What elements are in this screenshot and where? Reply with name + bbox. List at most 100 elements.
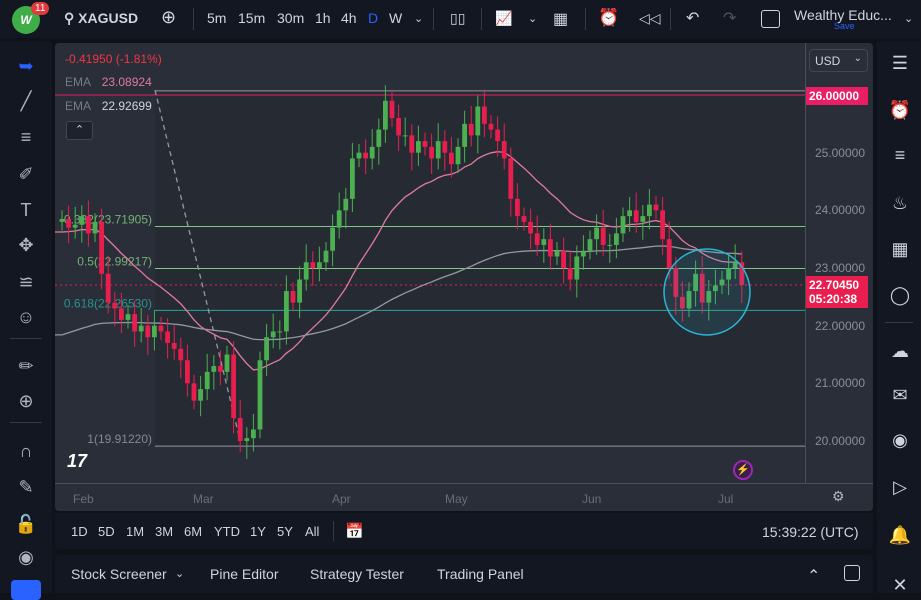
- watchlist-icon[interactable]: ☰: [887, 50, 913, 76]
- candle-body: [409, 135, 415, 153]
- chats-cloud-icon[interactable]: ☁: [887, 338, 913, 364]
- hide-drawings-eye-icon[interactable]: ◉: [14, 545, 38, 569]
- interval-30m[interactable]: 30m: [277, 10, 304, 26]
- symbol-search[interactable]: ⚲ XAGUSD: [64, 10, 138, 27]
- interval-w[interactable]: W: [389, 10, 402, 26]
- range-3m[interactable]: 3M: [155, 524, 173, 539]
- candle-body: [264, 337, 269, 361]
- magnet-icon[interactable]: ∩: [14, 439, 38, 463]
- trend-line-icon[interactable]: ╱: [14, 89, 38, 113]
- chart-settings-gear-icon[interactable]: ⚙: [832, 488, 845, 505]
- time-label: Mar: [193, 492, 214, 506]
- lock-icon[interactable]: 🔓: [14, 512, 38, 536]
- utc-clock[interactable]: 15:39:22 (UTC): [762, 524, 858, 540]
- tab-pine-editor[interactable]: Pine Editor: [210, 566, 278, 582]
- candle-body: [482, 106, 487, 124]
- range-1d[interactable]: 1D: [71, 524, 88, 539]
- interval-d[interactable]: D: [368, 10, 378, 26]
- emoji-icon[interactable]: ☺: [14, 305, 38, 329]
- pattern-icon[interactable]: ✥: [14, 233, 38, 257]
- candle-body: [171, 342, 177, 349]
- candle-body: [548, 239, 553, 257]
- time-label: Jul: [718, 492, 734, 506]
- candle-body: [468, 123, 474, 136]
- top-toolbar: W 11 ⚲ XAGUSD ⊕ 5m 15m 30m 1h 4h D W ⌄ ▯…: [0, 0, 921, 38]
- ema-fast-legend[interactable]: EMA 23.08924 0(26.07241): [65, 75, 152, 89]
- candle-body: [330, 227, 335, 251]
- range-5y[interactable]: 5Y: [277, 524, 293, 539]
- save-button[interactable]: Save: [834, 21, 855, 31]
- fullscreen-icon[interactable]: [761, 10, 780, 28]
- chart-pane[interactable]: 0.382(23.71905) 0.5(22.99217) 0.618(22.265…: [55, 43, 873, 511]
- candles-chart-type-icon[interactable]: ▯▯: [450, 10, 465, 27]
- interval-1h[interactable]: 1h: [315, 10, 331, 26]
- prediction-icon[interactable]: ≌: [14, 270, 38, 294]
- hotlists-fire-icon[interactable]: ♨: [887, 190, 913, 216]
- alert-add-icon[interactable]: ⏰: [598, 8, 619, 28]
- ema-slow-legend[interactable]: EMA 22.92699: [65, 99, 152, 113]
- maximize-panel-icon[interactable]: [844, 565, 860, 581]
- candle-body: [488, 123, 494, 130]
- broadcast-icon[interactable]: ◉: [887, 427, 913, 453]
- tab-stock-screener[interactable]: Stock Screener: [71, 566, 167, 582]
- layouts-grid-icon[interactable]: ▦: [553, 9, 568, 29]
- interval-15m[interactable]: 15m: [238, 10, 265, 26]
- candle-body: [59, 218, 65, 222]
- lightning-event-icon[interactable]: ⚡: [733, 460, 753, 480]
- candle-body: [244, 438, 250, 442]
- stock-screener-chevron-icon[interactable]: ⌄: [175, 567, 184, 580]
- layout-menu-chevron-icon[interactable]: ⌄: [904, 12, 913, 25]
- cursor-icon[interactable]: ➥: [14, 54, 38, 78]
- more-tools-icon[interactable]: ✕: [887, 572, 913, 598]
- indicators-icon[interactable]: 📈: [495, 10, 512, 27]
- candle-body: [554, 250, 560, 257]
- compare-add-icon[interactable]: ⊕: [161, 7, 176, 28]
- fib-level-label: 1(19.91220): [87, 432, 152, 446]
- alerts-clock-icon[interactable]: ⏰: [887, 97, 913, 123]
- time-axis[interactable]: Feb Mar Apr May Jun Jul ⚙: [55, 483, 873, 511]
- fib-retracement-icon[interactable]: ≡: [14, 125, 38, 149]
- messages-icon[interactable]: ✉: [887, 382, 913, 408]
- interval-5m[interactable]: 5m: [207, 10, 226, 26]
- range-6m[interactable]: 6M: [184, 524, 202, 539]
- price-chart[interactable]: 0.382(23.71905)0.5(22.99217)0.618(22.265…: [55, 43, 873, 511]
- candle-body: [270, 331, 276, 338]
- object-tree-button[interactable]: [11, 580, 41, 600]
- search-icon: ⚲: [64, 10, 75, 26]
- collapse-legend-chevron-icon[interactable]: ⌃: [66, 121, 93, 140]
- ideas-lightbulb-icon[interactable]: ◯: [887, 282, 913, 308]
- range-all[interactable]: All: [305, 524, 319, 539]
- brush-icon[interactable]: ✐: [14, 162, 38, 186]
- range-1y[interactable]: 1Y: [250, 524, 266, 539]
- go-to-date-calendar-icon[interactable]: 📅: [345, 522, 364, 540]
- zoom-in-icon[interactable]: ⊕: [14, 389, 38, 413]
- streams-play-icon[interactable]: ▷: [887, 474, 913, 500]
- candle-body: [383, 100, 388, 130]
- range-ytd[interactable]: YTD: [214, 524, 240, 539]
- currency-select[interactable]: USD ⌄: [809, 49, 868, 72]
- interval-4h[interactable]: 4h: [341, 10, 357, 26]
- interval-dropdown-chevron-icon[interactable]: ⌄: [414, 12, 423, 25]
- candle-body: [462, 123, 467, 147]
- lock-drawings-icon[interactable]: ✎: [14, 475, 38, 499]
- indicators-chevron-icon[interactable]: ⌄: [528, 12, 537, 25]
- data-window-icon[interactable]: ≡: [887, 142, 913, 168]
- price-change: -0.41950 (-1.81%): [65, 52, 162, 66]
- candle-body: [574, 256, 580, 280]
- expand-panel-chevron-up-icon[interactable]: ⌃: [807, 566, 820, 586]
- range-1m[interactable]: 1M: [126, 524, 144, 539]
- tab-strategy-tester[interactable]: Strategy Tester: [310, 566, 404, 582]
- undo-icon[interactable]: ↶: [686, 8, 699, 28]
- calendar-icon[interactable]: ▦: [887, 236, 913, 262]
- right-sidebar: ☰ ⏰ ≡ ♨ ▦ ◯ ☁ ✉ ◉ ▷ 🔔 ✕: [877, 42, 921, 595]
- candle-body: [237, 417, 243, 442]
- candle-body: [79, 216, 85, 225]
- text-icon[interactable]: T: [14, 198, 38, 222]
- candle-body: [92, 221, 98, 234]
- drawing-toolbar: ➥ ╱ ≡ ✐ T ✥ ≌ ☺ ✏ ⊕ ∩ ✎ 🔓 ◉: [0, 42, 52, 600]
- range-5d[interactable]: 5D: [98, 524, 115, 539]
- replay-icon[interactable]: ◁◁: [639, 10, 661, 27]
- tab-trading-panel[interactable]: Trading Panel: [437, 566, 524, 582]
- ruler-icon[interactable]: ✏: [14, 354, 38, 378]
- notifications-bell-icon[interactable]: 🔔: [887, 522, 913, 548]
